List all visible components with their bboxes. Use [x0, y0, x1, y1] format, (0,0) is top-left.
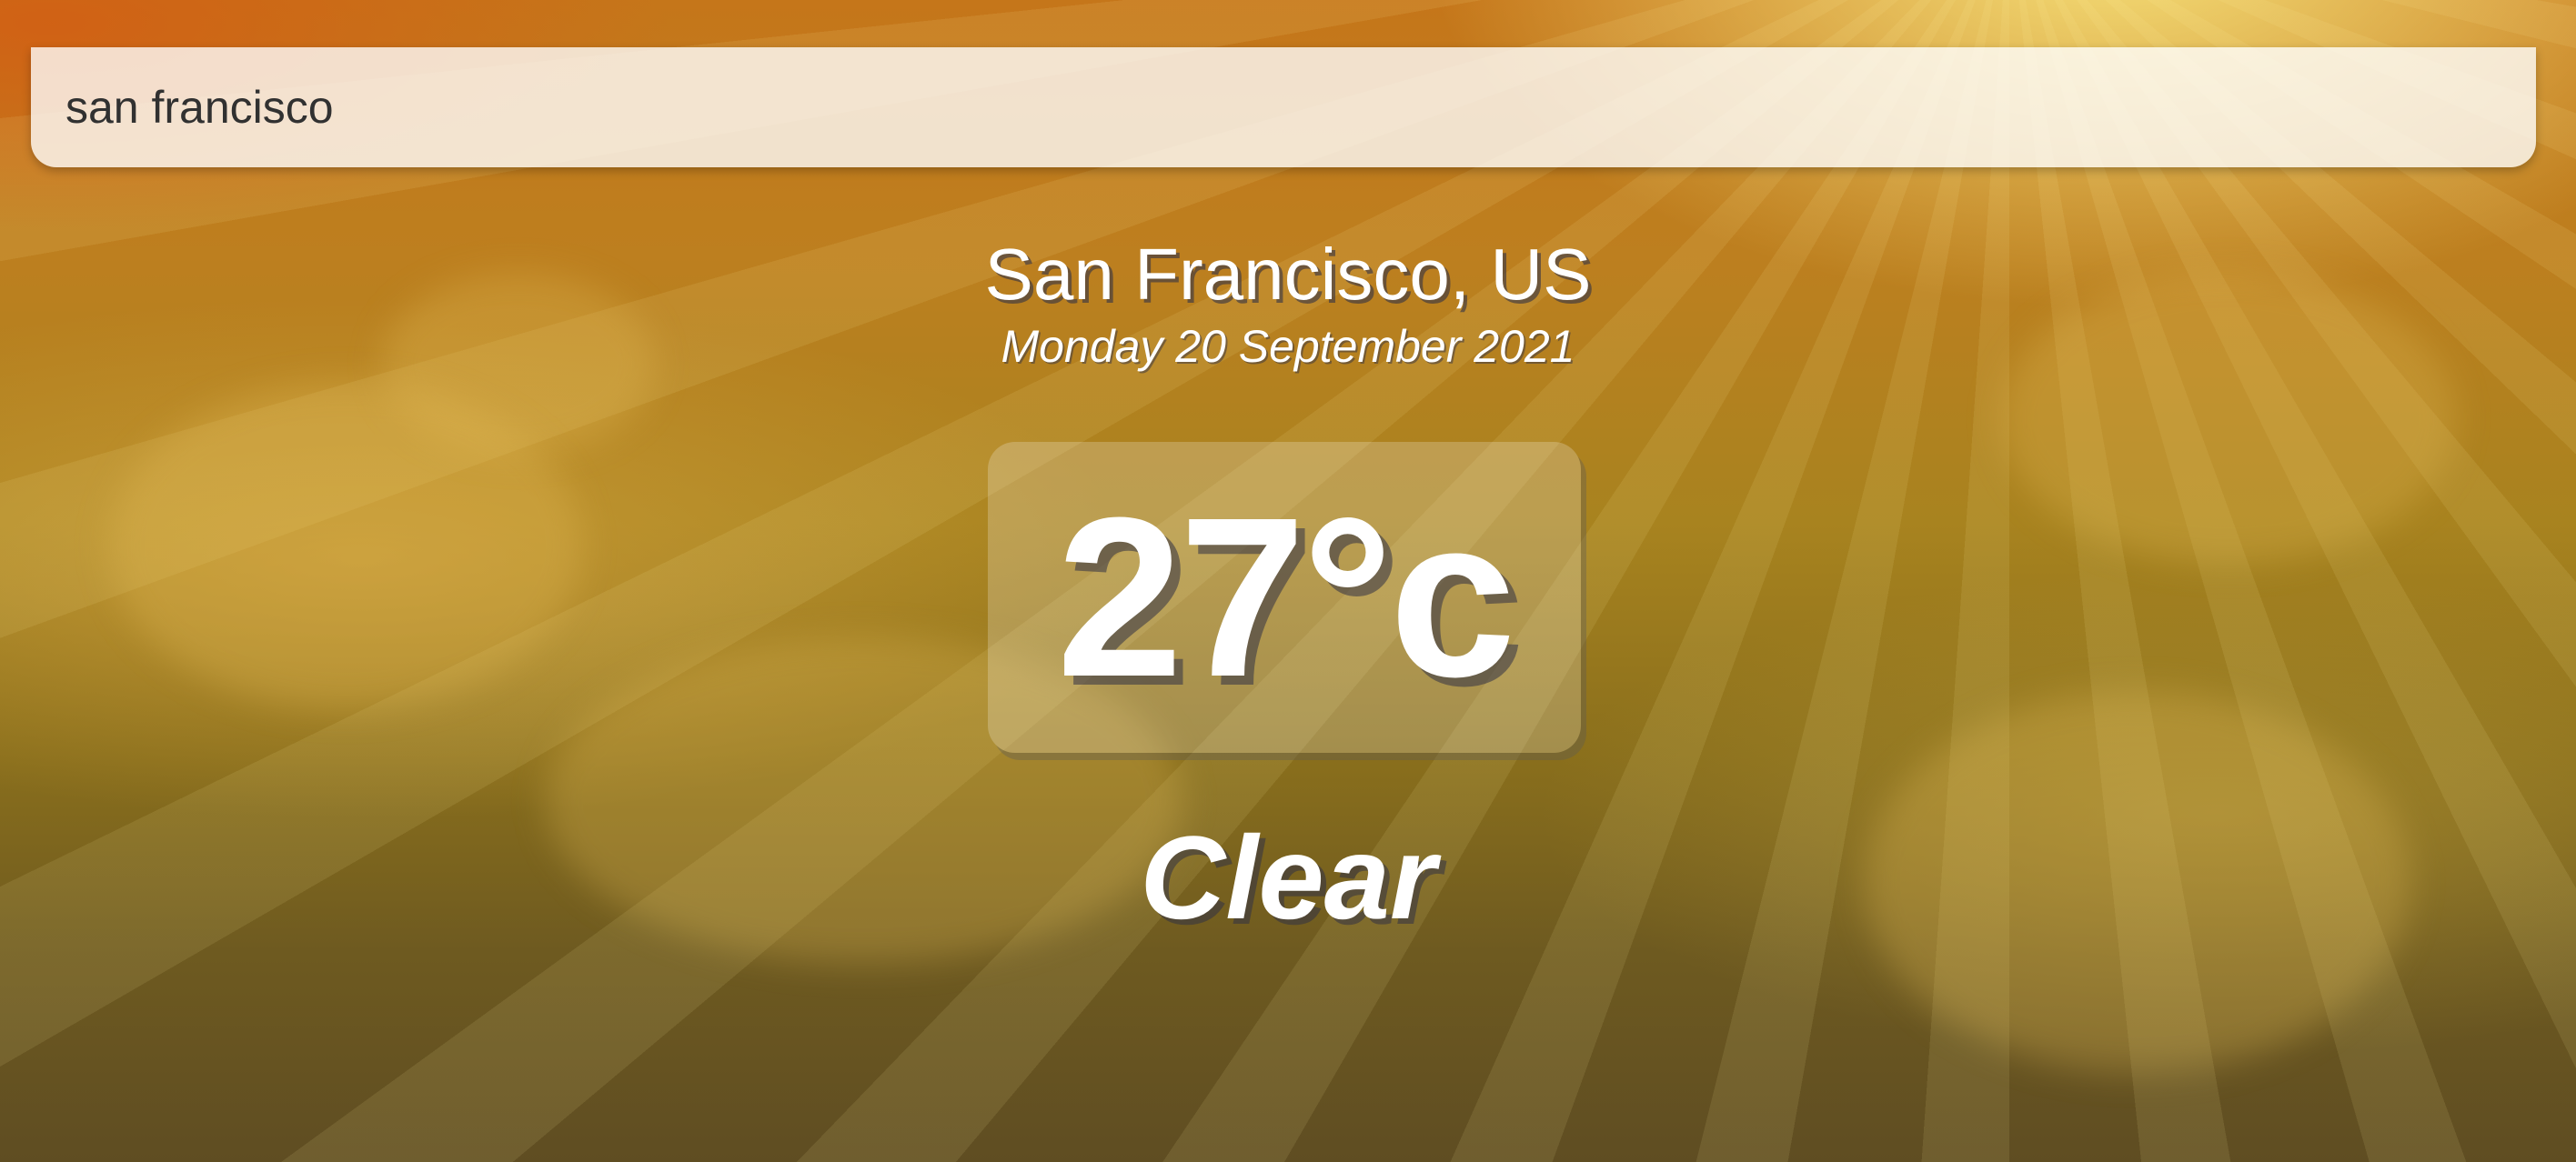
location-name: San Francisco, US	[984, 234, 1592, 315]
cloud-decoration	[109, 382, 582, 709]
date-label: Monday 20 September 2021	[1001, 321, 1575, 372]
location-box: San Francisco, US Monday 20 September 20…	[0, 234, 2576, 372]
search-input[interactable]	[31, 47, 2536, 167]
temperature-value: 27°c	[1056, 470, 1515, 724]
weather-condition: Clear	[1140, 811, 1436, 944]
temperature-box: 27°c	[988, 442, 1581, 753]
